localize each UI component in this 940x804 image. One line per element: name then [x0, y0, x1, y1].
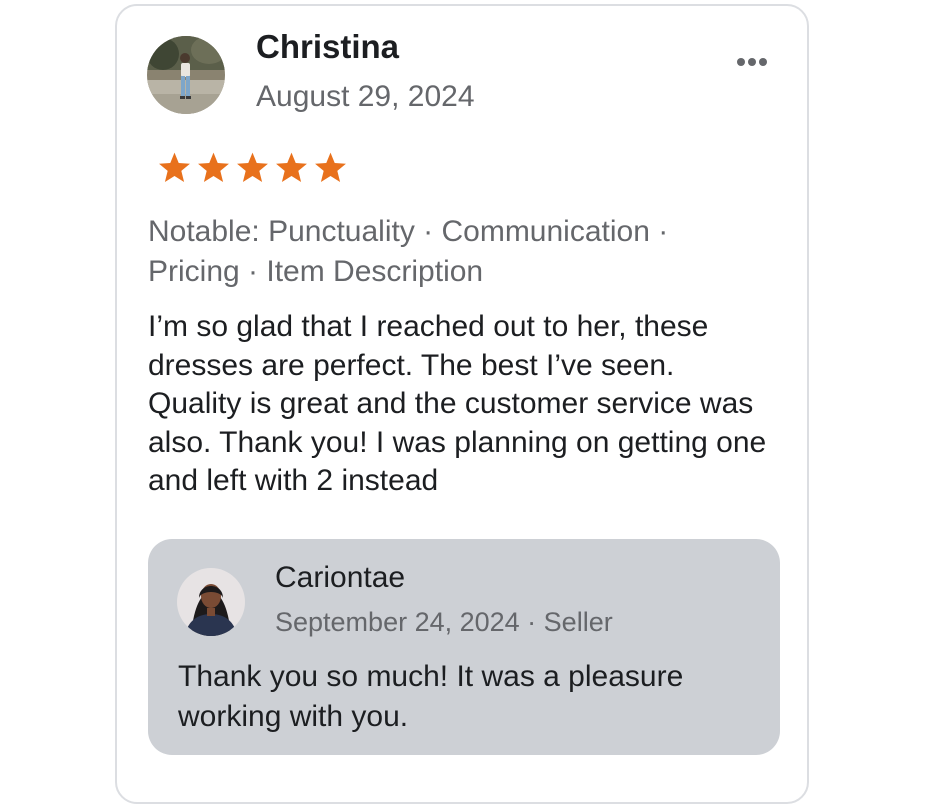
review-date: August 29, 2024: [256, 80, 475, 113]
more-options-button[interactable]: [727, 44, 777, 80]
review-card: Christina August 29, 2024 Notable: Punct…: [115, 4, 809, 804]
star-icon: [159, 152, 190, 182]
seller-avatar[interactable]: [177, 568, 245, 636]
reviewer-avatar[interactable]: [147, 36, 225, 114]
review-text: I’m so glad that I reached out to her, t…: [148, 310, 767, 497]
reply-text: Thank you so much! It was a pleasure wor…: [178, 660, 684, 733]
reviewer-name[interactable]: Christina: [256, 28, 399, 66]
star-icon: [276, 152, 307, 182]
star-rating: [155, 148, 350, 188]
notable-tags: Notable: Punctuality · Communication · P…: [148, 215, 669, 288]
star-icon: [315, 152, 346, 182]
more-horizontal-icon: [737, 58, 767, 66]
seller-name[interactable]: Cariontae: [275, 561, 405, 595]
seller-reply: Cariontae September 24, 2024 · Seller Th…: [148, 539, 780, 755]
star-icon: [237, 152, 268, 182]
star-icon: [198, 152, 229, 182]
reply-meta: September 24, 2024 · Seller: [275, 607, 613, 637]
